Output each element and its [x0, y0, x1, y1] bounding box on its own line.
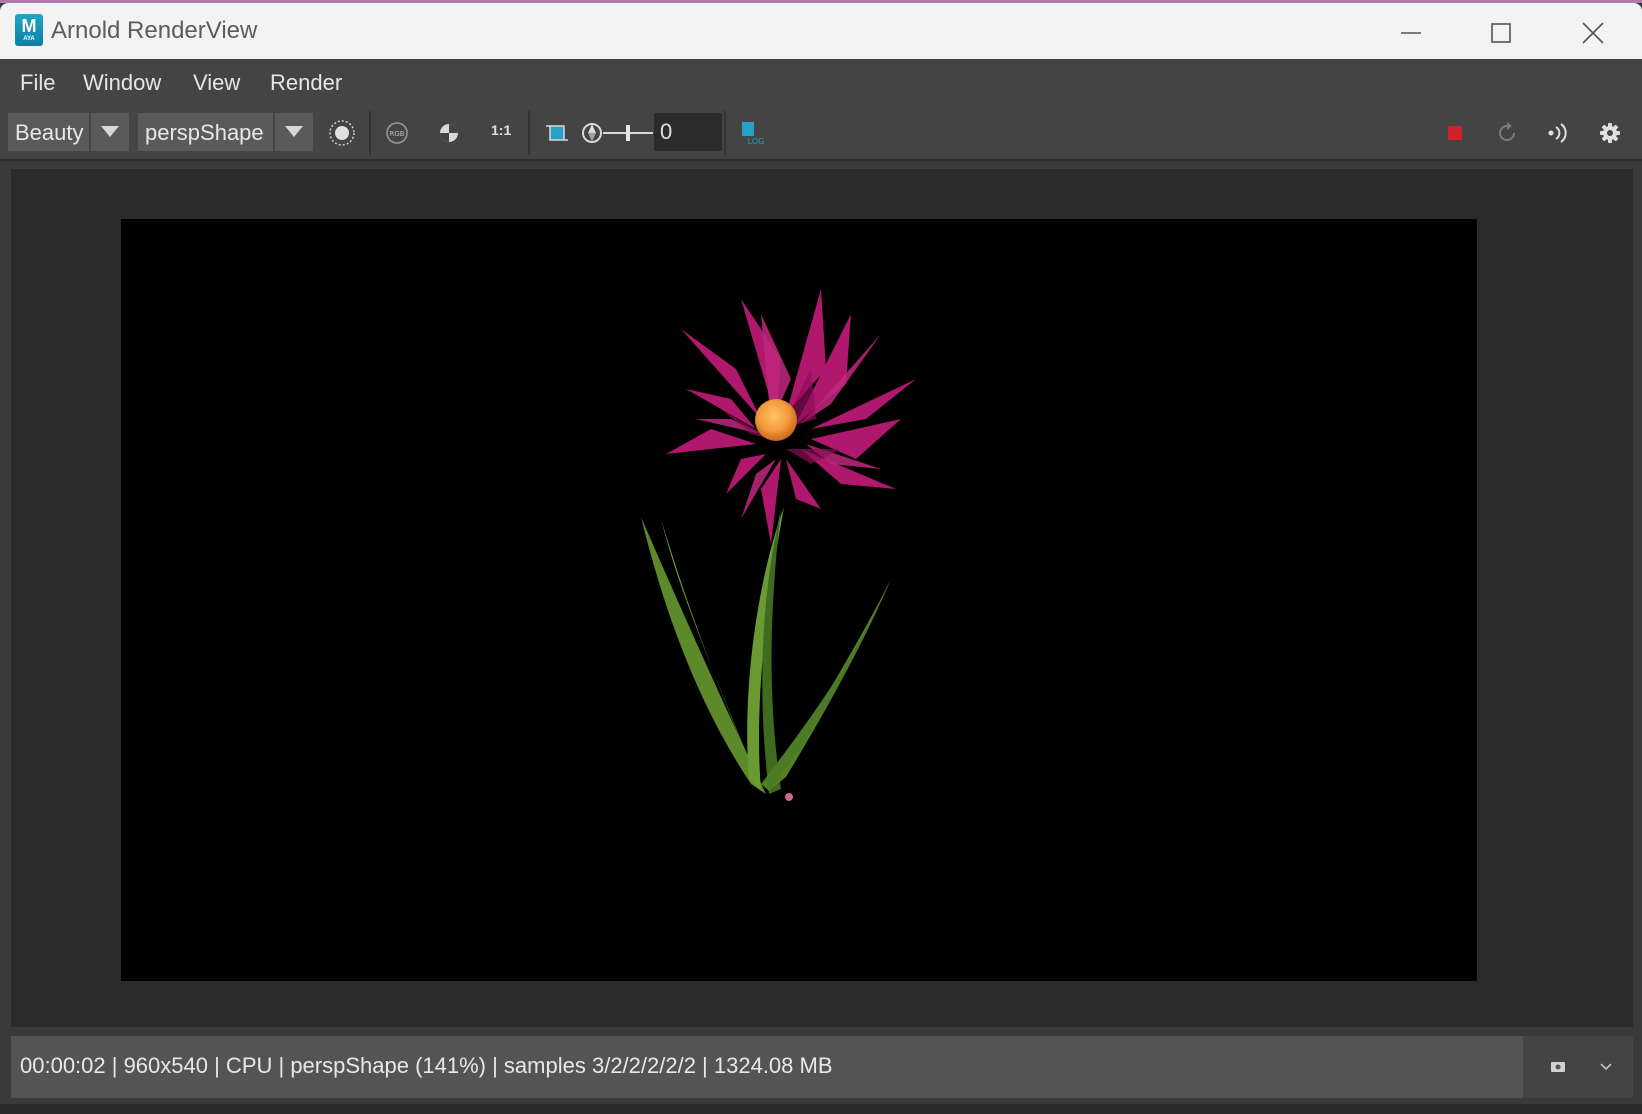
status-bar: 00:00:02 | 960x540 | CPU | perspShape (1… [11, 1036, 1523, 1098]
logo-letter: M [21, 16, 37, 36]
minimize-button[interactable] [1366, 6, 1456, 60]
menu-bar: File Window View Render [0, 59, 1642, 107]
toolbar: Beauty perspShape RGB 1:1 LOG [0, 107, 1642, 161]
refresh-render-icon[interactable] [1492, 118, 1522, 148]
chevron-down-icon[interactable] [1599, 1062, 1613, 1072]
log-icon[interactable]: LOG [738, 118, 768, 148]
menu-window[interactable]: Window [83, 70, 161, 96]
flower-render [641, 289, 916, 801]
aov-dropdown[interactable]: Beauty [8, 113, 129, 151]
render-viewport[interactable] [11, 169, 1633, 1027]
chevron-down-icon[interactable] [89, 113, 129, 151]
ipr-icon[interactable] [1543, 118, 1573, 148]
camera-dropdown-value: perspShape [145, 120, 264, 145]
toolbar-separator [369, 111, 371, 155]
display-mode-icon[interactable] [327, 118, 357, 148]
snapshot-icon[interactable] [1551, 1060, 1565, 1072]
minimize-icon [1401, 32, 1421, 34]
logo-subtext: AYA [23, 36, 35, 42]
background-window-strip [0, 1104, 1642, 1114]
maximize-button[interactable] [1456, 6, 1546, 60]
log-icon-label: LOG [748, 137, 765, 146]
exposure-value-input[interactable] [654, 113, 722, 151]
menu-view[interactable]: View [193, 70, 240, 96]
maximize-icon [1491, 23, 1511, 43]
menu-render[interactable]: Render [270, 70, 342, 96]
rgb-channel-icon[interactable]: RGB [382, 118, 412, 148]
chevron-down-icon[interactable] [273, 113, 313, 151]
maya-logo-icon: M AYA [15, 14, 43, 46]
ratio-1to1-button[interactable]: 1:1 [491, 122, 511, 138]
region-crop-icon[interactable] [542, 118, 572, 148]
toolbar-separator [528, 111, 530, 155]
title-bar: M AYA Arnold RenderView [0, 3, 1642, 59]
window-title: Arnold RenderView [51, 17, 258, 44]
exposure-slider[interactable] [603, 125, 653, 141]
rgb-icon-label: RGB [389, 130, 404, 138]
alpha-channel-icon[interactable] [434, 118, 464, 148]
status-bar-controls [1523, 1036, 1633, 1098]
stop-render-icon[interactable] [1440, 118, 1470, 148]
render-status-text: 00:00:02 | 960x540 | CPU | perspShape (1… [20, 1053, 833, 1078]
close-button[interactable] [1548, 6, 1638, 60]
close-icon [1582, 22, 1604, 44]
toolbar-separator [724, 111, 726, 155]
settings-gear-icon[interactable] [1595, 118, 1625, 148]
camera-dropdown[interactable]: perspShape [138, 113, 313, 151]
aov-dropdown-value: Beauty [15, 120, 84, 145]
render-image[interactable] [121, 219, 1477, 981]
menu-file[interactable]: File [20, 70, 55, 96]
